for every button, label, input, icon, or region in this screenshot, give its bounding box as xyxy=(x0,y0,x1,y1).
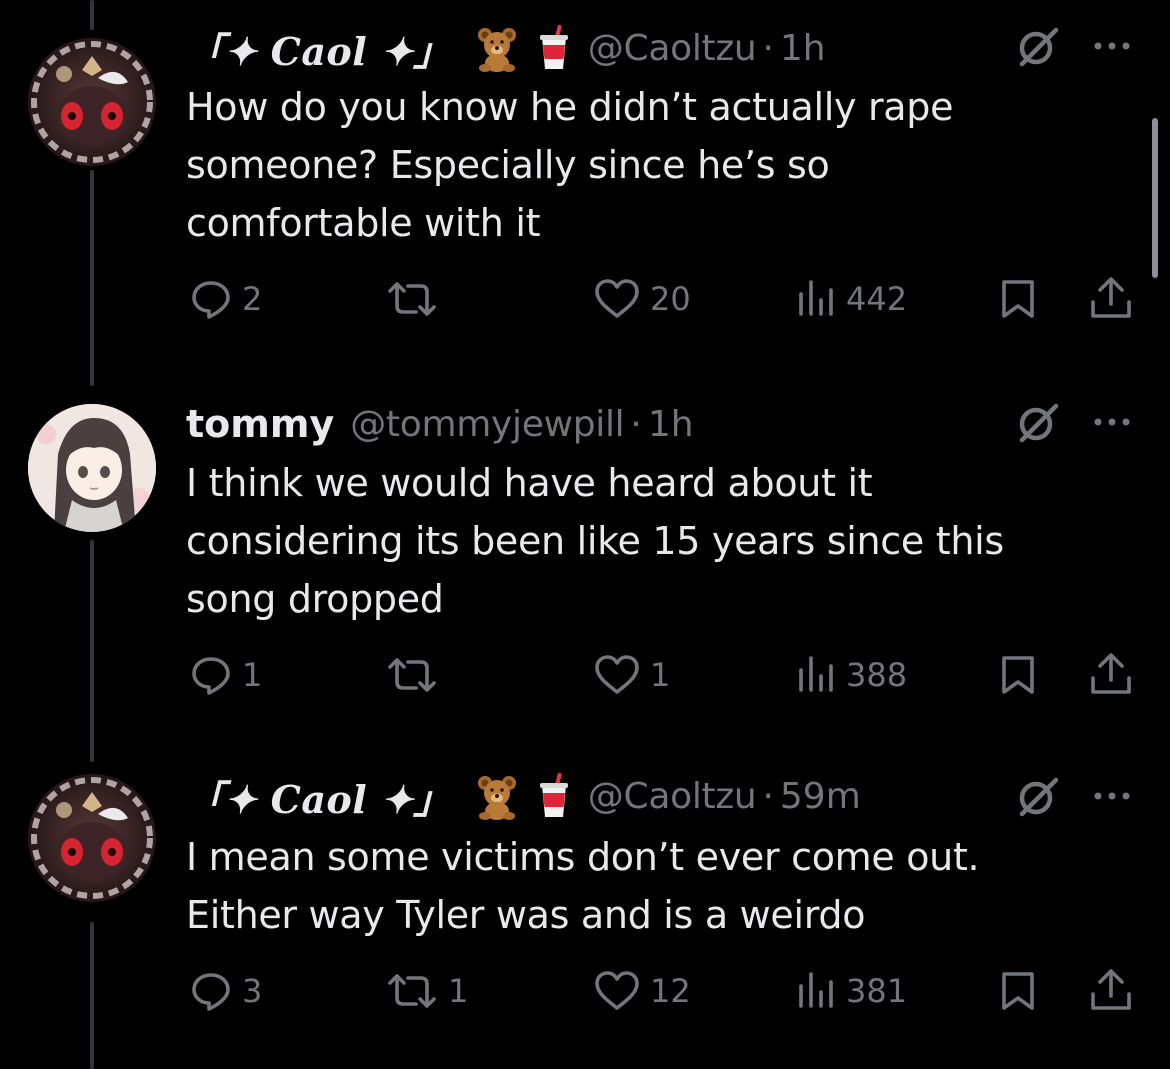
like-count: 12 xyxy=(650,972,691,1010)
share-icon xyxy=(1088,968,1134,1014)
bookmark-icon xyxy=(998,278,1038,320)
bookmark-button[interactable] xyxy=(998,654,1038,696)
tweet-header: 「✦ Caol ✦」 @Caoltzu · 1h xyxy=(186,18,826,78)
reply-button[interactable]: 1 xyxy=(190,654,262,696)
bar-chart-icon xyxy=(796,970,836,1012)
timestamp[interactable]: 59m xyxy=(780,776,861,817)
bar-chart-icon xyxy=(796,654,836,696)
grok-icon[interactable] xyxy=(1014,400,1062,448)
display-name[interactable]: 「✦ Caol ✦」 xyxy=(186,21,452,76)
tweet-text: I mean some victims don’t ever come out.… xyxy=(186,835,980,937)
share-button[interactable] xyxy=(1088,652,1134,698)
cup-with-straw-icon xyxy=(536,23,572,73)
views-count: 381 xyxy=(846,972,908,1010)
like-count: 20 xyxy=(650,280,691,318)
repost-arrows-icon xyxy=(386,654,438,696)
scrollbar[interactable] xyxy=(1152,118,1158,278)
reply-count: 3 xyxy=(242,972,263,1010)
views-count: 388 xyxy=(846,656,908,694)
grok-icon[interactable] xyxy=(1014,24,1062,72)
speech-bubble-icon xyxy=(190,278,232,320)
like-count: 1 xyxy=(650,656,671,694)
timestamp[interactable]: 1h xyxy=(648,404,694,445)
handle[interactable]: @tommyjewpill xyxy=(350,404,624,445)
share-icon xyxy=(1088,276,1134,322)
avatar[interactable] xyxy=(28,404,156,532)
repost-count: 1 xyxy=(448,972,469,1010)
reply-button[interactable]: 3 xyxy=(190,970,262,1012)
tweet-text: How do you know he didn’t actually rape … xyxy=(186,85,954,245)
tweet-header: 「✦ Caol ✦」 @Caoltzu · 59m xyxy=(186,766,861,826)
like-button[interactable]: 12 xyxy=(594,970,691,1012)
separator-dot: · xyxy=(762,775,774,817)
repost-button[interactable] xyxy=(386,654,448,696)
avatar[interactable] xyxy=(28,774,156,902)
views-button[interactable]: 381 xyxy=(796,970,907,1012)
handle[interactable]: @Caoltzu xyxy=(588,28,757,69)
views-count: 442 xyxy=(846,280,908,318)
like-button[interactable]: 20 xyxy=(594,278,691,320)
teddy-bear-icon xyxy=(472,23,522,73)
reply-button[interactable]: 2 xyxy=(190,278,262,320)
more-dots-icon[interactable] xyxy=(1088,786,1136,806)
repost-button[interactable] xyxy=(386,278,448,320)
speech-bubble-icon xyxy=(190,970,232,1012)
display-name[interactable]: 「✦ Caol ✦」 xyxy=(186,769,452,824)
separator-dot: · xyxy=(630,403,642,445)
timestamp[interactable]: 1h xyxy=(780,28,826,69)
tweet-text: I think we would have heard about it con… xyxy=(186,461,1004,621)
thread-line xyxy=(90,540,94,762)
cup-with-straw-icon xyxy=(536,771,572,821)
heart-icon xyxy=(594,278,640,320)
share-button[interactable] xyxy=(1088,968,1134,1014)
share-button[interactable] xyxy=(1088,276,1134,322)
thread-line xyxy=(90,170,94,386)
bookmark-icon xyxy=(998,654,1038,696)
heart-icon xyxy=(594,970,640,1012)
views-button[interactable]: 442 xyxy=(796,278,907,320)
speech-bubble-icon xyxy=(190,654,232,696)
bookmark-button[interactable] xyxy=(998,970,1038,1012)
separator-dot: · xyxy=(762,27,774,69)
thread-line xyxy=(90,922,94,1069)
views-button[interactable]: 388 xyxy=(796,654,907,696)
avatar[interactable] xyxy=(28,38,156,166)
reply-count: 2 xyxy=(242,280,263,318)
repost-button[interactable]: 1 xyxy=(386,970,468,1012)
bar-chart-icon xyxy=(796,278,836,320)
reply-count: 1 xyxy=(242,656,263,694)
like-button[interactable]: 1 xyxy=(594,654,670,696)
thread-line xyxy=(90,0,94,30)
bookmark-icon xyxy=(998,970,1038,1012)
tweet-header: tommy @tommyjewpill · 1h xyxy=(186,394,694,454)
repost-arrows-icon xyxy=(386,278,438,320)
repost-arrows-icon xyxy=(386,970,438,1012)
heart-icon xyxy=(594,654,640,696)
handle[interactable]: @Caoltzu xyxy=(588,776,757,817)
teddy-bear-icon xyxy=(472,771,522,821)
grok-icon[interactable] xyxy=(1014,774,1062,822)
more-dots-icon[interactable] xyxy=(1088,412,1136,432)
more-dots-icon[interactable] xyxy=(1088,36,1136,56)
display-name[interactable]: tommy xyxy=(186,402,334,446)
share-icon xyxy=(1088,652,1134,698)
bookmark-button[interactable] xyxy=(998,278,1038,320)
